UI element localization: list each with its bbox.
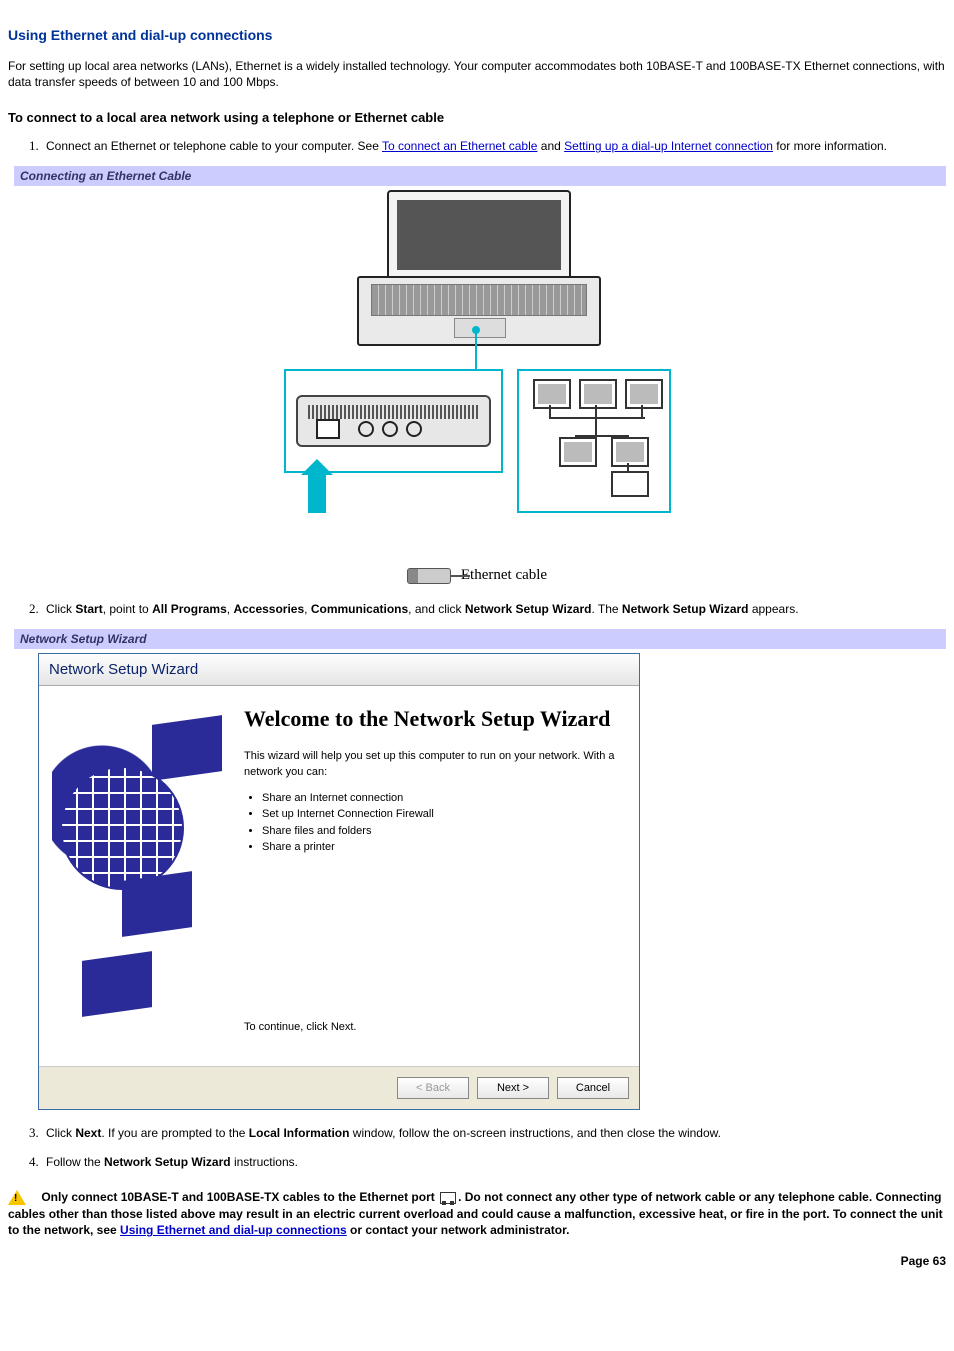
- ethernet-cable-label: Ethernet cable: [461, 565, 547, 586]
- wizard-heading: Welcome to the Network Setup Wizard: [244, 704, 621, 735]
- step1-text: Connect an Ethernet or telephone cable t…: [46, 139, 382, 153]
- back-button: < Back: [397, 1077, 469, 1099]
- wizard-bullet: Share a printer: [262, 840, 621, 855]
- warning-icon: [8, 1190, 26, 1205]
- warning-note: Only connect 10BASE-T and 100BASE-TX cab…: [8, 1189, 946, 1239]
- port-closeup-panel: [284, 369, 503, 473]
- network-diagram-panel: [517, 369, 671, 513]
- next-button[interactable]: Next >: [477, 1077, 549, 1099]
- wizard-bullet: Share files and folders: [262, 824, 621, 839]
- step-4: Follow the Network Setup Wizard instruct…: [42, 1153, 946, 1171]
- kw-accessories: Accessories: [233, 602, 304, 616]
- cancel-button[interactable]: Cancel: [557, 1077, 629, 1099]
- link-dialup-setup[interactable]: Setting up a dial-up Internet connection: [564, 139, 773, 153]
- step-1: Connect an Ethernet or telephone cable t…: [42, 137, 946, 155]
- ethernet-port-icon: [440, 1192, 456, 1204]
- wizard-window: Network Setup Wizard Welcome to the Netw…: [38, 653, 640, 1110]
- kw-local-info: Local Information: [249, 1126, 350, 1140]
- step1-post: for more information.: [773, 139, 887, 153]
- ethernet-jack-icon: [316, 419, 340, 439]
- figure1: Ethernet cable: [8, 190, 946, 586]
- steps-list-cont2: Click Next. If you are prompted to the L…: [8, 1124, 946, 1170]
- cable-icon: [407, 568, 451, 584]
- kw-nsw: Network Setup Wizard: [465, 602, 592, 616]
- figure1-caption: Connecting an Ethernet Cable: [8, 166, 946, 187]
- arrow-up-icon: [308, 473, 326, 513]
- step-3: Click Next. If you are prompted to the L…: [42, 1124, 946, 1142]
- section-title: Using Ethernet and dial-up connections: [8, 26, 946, 46]
- wizard-sidebar: [39, 686, 234, 1066]
- laptop-illustration: [327, 190, 627, 355]
- wizard-footer: < Back Next > Cancel: [39, 1066, 639, 1109]
- kw-nsw3: Network Setup Wizard: [104, 1155, 231, 1169]
- kw-nsw2: Network Setup Wizard: [622, 602, 749, 616]
- wizard-bullets: Share an Internet connection Set up Inte…: [244, 790, 621, 857]
- kw-next: Next: [75, 1126, 101, 1140]
- figure2-caption: Network Setup Wizard: [8, 629, 946, 650]
- steps-list: Connect an Ethernet or telephone cable t…: [8, 137, 946, 155]
- wizard-desc: This wizard will help you set up this co…: [244, 749, 621, 780]
- steps-list-cont: Click Start, point to All Programs, Acce…: [8, 600, 946, 618]
- intro-paragraph: For setting up local area networks (LANs…: [8, 58, 946, 92]
- link-using-ethernet[interactable]: Using Ethernet and dial-up connections: [120, 1223, 347, 1237]
- page-number: Page 63: [8, 1253, 946, 1270]
- kw-start: Start: [75, 602, 102, 616]
- step1-mid: and: [537, 139, 564, 153]
- sub-heading: To connect to a local area network using…: [8, 109, 946, 127]
- kw-communications: Communications: [311, 602, 408, 616]
- kw-all-programs: All Programs: [152, 602, 227, 616]
- wizard-bullet: Share an Internet connection: [262, 791, 621, 806]
- wizard-continue: To continue, click Next.: [244, 1020, 621, 1045]
- wizard-art-icon: [52, 706, 222, 1046]
- step-2: Click Start, point to All Programs, Acce…: [42, 600, 946, 618]
- wizard-titlebar: Network Setup Wizard: [39, 654, 639, 686]
- link-connect-ethernet[interactable]: To connect an Ethernet cable: [382, 139, 537, 153]
- wizard-bullet: Set up Internet Connection Firewall: [262, 807, 621, 822]
